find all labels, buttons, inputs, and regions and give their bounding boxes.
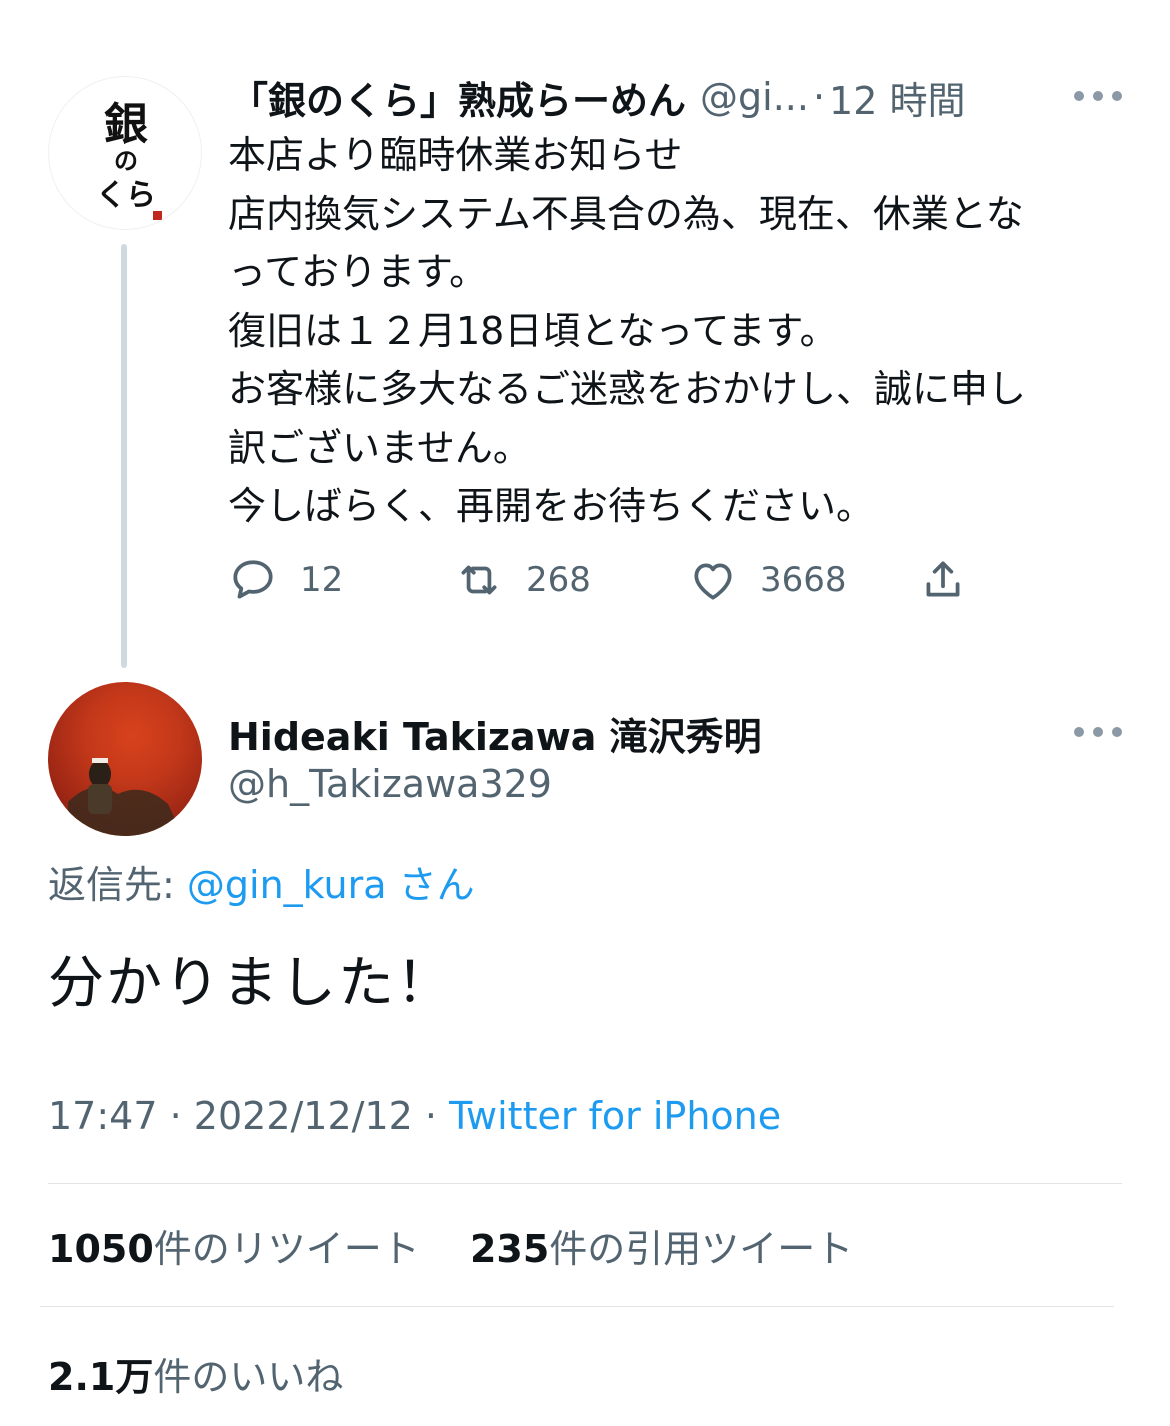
reply-prefix: 返信先: [48, 863, 175, 907]
tweet-date[interactable]: 2022/12/12 [194, 1094, 413, 1138]
replying-to: 返信先: @gin_kura さん [48, 854, 475, 909]
avatar-figure-hat [92, 758, 108, 763]
retweet-button[interactable]: 268 [454, 548, 591, 612]
parent-text-line: 店内換気システム不具合の為、現在、休業とな [228, 191, 1024, 236]
author-display-name[interactable]: Hideaki Takizawa 滝沢秀明 [228, 706, 762, 761]
parent-text-line: っております。 [228, 250, 488, 294]
speech-bubble-icon [233, 560, 273, 599]
retweet-count: 268 [526, 560, 591, 600]
meta-separator: · [424, 1094, 438, 1138]
logo-gin-char: 銀 [104, 99, 148, 150]
reply-suffix: さん [398, 863, 475, 907]
like-count: 3668 [760, 560, 847, 600]
logo-no-char: の [114, 146, 138, 175]
engagement-stats: 1050件のリツイート 235件の引用ツイート [48, 1218, 853, 1273]
tweet-meta: 17:47 · 2022/12/12 · Twitter for iPhone [48, 1094, 781, 1138]
thread-connector-line [121, 244, 127, 668]
retweets-value: 1050 [48, 1227, 154, 1271]
parent-time-ago[interactable]: 12 時間 [829, 70, 965, 125]
parent-tweet-text: 本店より臨時休業お知らせ 店内換気システム不具合の為、現在、休業とな っておりま… [228, 126, 1128, 536]
client-link[interactable]: Twitter for iPhone [449, 1094, 781, 1138]
focused-tweet-text: 分かりました！ [48, 951, 454, 1016]
quotes-label: 件の引用ツイート [549, 1227, 854, 1271]
parent-tweet-header: 「銀のくら」熟成らーめん @gi... · 12 時間 [230, 70, 965, 125]
reply-button[interactable]: 12 [228, 548, 343, 612]
logo-kura-char: くら [96, 178, 156, 213]
likes-value: 2.1万 [48, 1355, 154, 1399]
reply-count: 12 [300, 560, 344, 600]
parent-text-line: お客様に多大なるご迷惑をおかけし、誠に申し [228, 367, 1027, 411]
parent-more-icon[interactable] [1074, 86, 1122, 106]
parent-text-line: 今しばらく、再開をお待ちください。 [228, 484, 875, 528]
parent-handle[interactable]: @gi... [700, 75, 809, 119]
retweet-arrows-icon [461, 565, 497, 595]
focused-more-icon[interactable] [1074, 722, 1122, 742]
share-upload-icon [926, 561, 960, 597]
heart-icon [694, 563, 732, 600]
divider [40, 1306, 1114, 1307]
likes-stat[interactable]: 2.1万件のいいね [48, 1346, 343, 1401]
reply-handle-link[interactable]: @gin_kura [187, 863, 387, 907]
retweets-stat[interactable]: 1050件のリツイート [48, 1227, 420, 1271]
logo-seal [153, 211, 162, 220]
divider [48, 1183, 1122, 1184]
parent-text-line: 訳ございません。 [228, 425, 531, 470]
author-avatar[interactable] [48, 682, 202, 836]
avatar-figure-body [88, 784, 112, 814]
quotes-value: 235 [469, 1227, 550, 1271]
quotes-stat[interactable]: 235件の引用ツイート [470, 1227, 853, 1271]
parent-separator: · [812, 75, 826, 119]
author-avatar-figure [68, 758, 183, 836]
share-button[interactable] [918, 548, 968, 612]
meta-separator: · [169, 1094, 182, 1138]
gin-kura-avatar[interactable]: 銀 の くら [48, 76, 202, 230]
parent-text-line: 本店より臨時休業お知らせ [228, 133, 683, 177]
gin-kura-logo: 銀 の くら [96, 99, 162, 220]
parent-action-bar: 12 268 3668 [228, 548, 988, 612]
retweets-label: 件のリツイート [153, 1227, 420, 1271]
parent-display-name[interactable]: 「銀のくら」熟成らーめん [230, 70, 686, 125]
avatar-figure-head [89, 760, 111, 788]
avatar-rock-shape [68, 787, 183, 836]
like-button[interactable]: 3668 [688, 548, 847, 612]
author-handle[interactable]: @h_Takizawa329 [228, 762, 552, 806]
parent-text-line: 復旧は１２月18日頃となってます。 [228, 308, 838, 353]
tweet-time[interactable]: 17:47 [48, 1094, 158, 1138]
likes-label: 件のいいね [153, 1355, 344, 1399]
